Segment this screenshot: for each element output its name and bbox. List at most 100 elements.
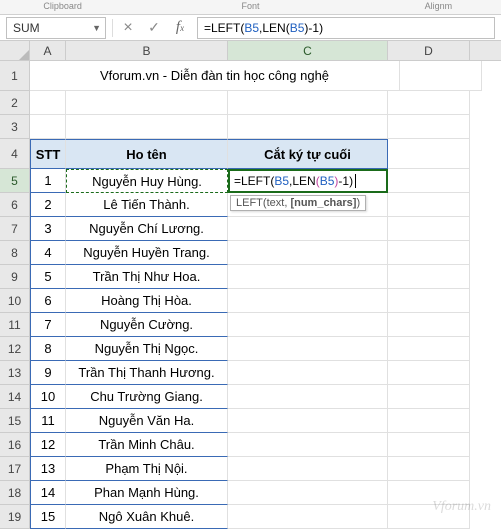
- cell[interactable]: [388, 265, 470, 289]
- row-header[interactable]: 14: [0, 385, 30, 409]
- cell[interactable]: [228, 289, 388, 313]
- formula-input[interactable]: =LEFT(B5,LEN(B5)-1): [197, 17, 495, 39]
- dropdown-icon[interactable]: ▼: [92, 23, 101, 33]
- cell[interactable]: [228, 265, 388, 289]
- cell[interactable]: [388, 241, 470, 265]
- cell[interactable]: [388, 313, 470, 337]
- name-box[interactable]: SUM ▼: [6, 17, 106, 39]
- cell-stt[interactable]: 5: [30, 265, 66, 289]
- col-header-a[interactable]: A: [30, 41, 66, 60]
- cell[interactable]: [228, 481, 388, 505]
- cell[interactable]: [228, 457, 388, 481]
- cell-name[interactable]: Nguyễn Chí Lương.: [66, 217, 228, 241]
- row-header[interactable]: 9: [0, 265, 30, 289]
- row-header[interactable]: 1: [0, 61, 30, 91]
- cell-name[interactable]: Nguyễn Huyền Trang.: [66, 241, 228, 265]
- cell[interactable]: [228, 337, 388, 361]
- cell-stt[interactable]: 3: [30, 217, 66, 241]
- row-header[interactable]: 18: [0, 481, 30, 505]
- row-header[interactable]: 7: [0, 217, 30, 241]
- cell[interactable]: [228, 313, 388, 337]
- cell-stt[interactable]: 10: [30, 385, 66, 409]
- cell[interactable]: [388, 217, 470, 241]
- row-header[interactable]: 17: [0, 457, 30, 481]
- header-stt[interactable]: STT: [30, 139, 66, 169]
- cell[interactable]: [388, 361, 470, 385]
- cell[interactable]: [400, 61, 482, 91]
- cell[interactable]: [228, 241, 388, 265]
- col-header-c[interactable]: C: [228, 41, 388, 60]
- cell-name[interactable]: Trần Thị Như Hoa.: [66, 265, 228, 289]
- cell[interactable]: [388, 409, 470, 433]
- cell[interactable]: [388, 433, 470, 457]
- cell[interactable]: [388, 337, 470, 361]
- cell-stt[interactable]: 14: [30, 481, 66, 505]
- header-cut[interactable]: Cắt ký tự cuối: [228, 139, 388, 169]
- row-header[interactable]: 3: [0, 115, 30, 139]
- rows-area: 1 Vforum.vn - Diễn đàn tin học công nghệ…: [0, 61, 501, 529]
- row-header[interactable]: 5: [0, 169, 30, 193]
- row-header[interactable]: 6: [0, 193, 30, 217]
- cell-stt[interactable]: 13: [30, 457, 66, 481]
- row-header[interactable]: 10: [0, 289, 30, 313]
- cell-name-ref[interactable]: Nguyễn Huy Hùng.: [66, 169, 228, 193]
- cell-name[interactable]: Ngô Xuân Khuê.: [66, 505, 228, 529]
- cell[interactable]: [388, 385, 470, 409]
- cell-name[interactable]: Lê Tiến Thành.: [66, 193, 228, 217]
- cell[interactable]: [228, 409, 388, 433]
- accept-icon[interactable]: ✓: [141, 17, 167, 39]
- cell-name[interactable]: Chu Trường Giang.: [66, 385, 228, 409]
- header-name[interactable]: Ho tên: [66, 139, 228, 169]
- cell-name[interactable]: Nguyễn Cường.: [66, 313, 228, 337]
- cell[interactable]: [388, 457, 470, 481]
- cell-name[interactable]: Phạm Thị Nội.: [66, 457, 228, 481]
- col-header-b[interactable]: B: [66, 41, 228, 60]
- cell-stt[interactable]: 11: [30, 409, 66, 433]
- row-header[interactable]: 4: [0, 139, 30, 169]
- text-cursor: [355, 174, 356, 188]
- cancel-icon[interactable]: ×: [115, 17, 141, 39]
- select-all-corner[interactable]: [0, 41, 30, 61]
- table-row: 73Nguyễn Chí Lương.: [0, 217, 501, 241]
- formula-cell-text: =LEFT(B5,LEN(B5)-1): [234, 174, 353, 188]
- ribbon-label-align: Alignm: [376, 0, 501, 14]
- cell-stt[interactable]: 2: [30, 193, 66, 217]
- cell[interactable]: [228, 505, 388, 529]
- row-header[interactable]: 8: [0, 241, 30, 265]
- title-cell[interactable]: Vforum.vn - Diễn đàn tin học công nghệ: [30, 61, 400, 91]
- cell-stt[interactable]: 4: [30, 241, 66, 265]
- cell[interactable]: [388, 193, 470, 217]
- cell[interactable]: [228, 361, 388, 385]
- row-header[interactable]: 16: [0, 433, 30, 457]
- cell-name[interactable]: Hoàng Thị Hòa.: [66, 289, 228, 313]
- cell-stt[interactable]: 1: [30, 169, 66, 193]
- cell-name[interactable]: Nguyễn Thị Ngọc.: [66, 337, 228, 361]
- row-header[interactable]: 11: [0, 313, 30, 337]
- cell[interactable]: [228, 217, 388, 241]
- cell-name[interactable]: Trần Minh Châu.: [66, 433, 228, 457]
- row-header[interactable]: 2: [0, 91, 30, 115]
- row-header[interactable]: 13: [0, 361, 30, 385]
- row-header[interactable]: 12: [0, 337, 30, 361]
- cell-stt[interactable]: 15: [30, 505, 66, 529]
- col-header-d[interactable]: D: [388, 41, 470, 60]
- spreadsheet-grid[interactable]: A B C D 1 Vforum.vn - Diễn đàn tin học c…: [0, 41, 501, 529]
- cell-stt[interactable]: 6: [30, 289, 66, 313]
- cell-name[interactable]: Nguyễn Văn Ha.: [66, 409, 228, 433]
- cell[interactable]: [388, 481, 470, 505]
- cell-stt[interactable]: 12: [30, 433, 66, 457]
- fx-icon[interactable]: fx: [167, 17, 193, 39]
- cell[interactable]: [228, 385, 388, 409]
- cell-stt[interactable]: 7: [30, 313, 66, 337]
- row-header[interactable]: 15: [0, 409, 30, 433]
- cell[interactable]: [388, 505, 470, 529]
- row-2: 2: [0, 91, 501, 115]
- cell[interactable]: [228, 433, 388, 457]
- cell-stt[interactable]: 8: [30, 337, 66, 361]
- cell-stt[interactable]: 9: [30, 361, 66, 385]
- cell-name[interactable]: Phan Mạnh Hùng.: [66, 481, 228, 505]
- cell-name[interactable]: Trần Thị Thanh Hương.: [66, 361, 228, 385]
- row-header[interactable]: 19: [0, 505, 30, 529]
- cell[interactable]: [388, 289, 470, 313]
- editing-cell[interactable]: =LEFT(B5,LEN(B5)-1) LEFT(text, [num_char…: [228, 169, 388, 193]
